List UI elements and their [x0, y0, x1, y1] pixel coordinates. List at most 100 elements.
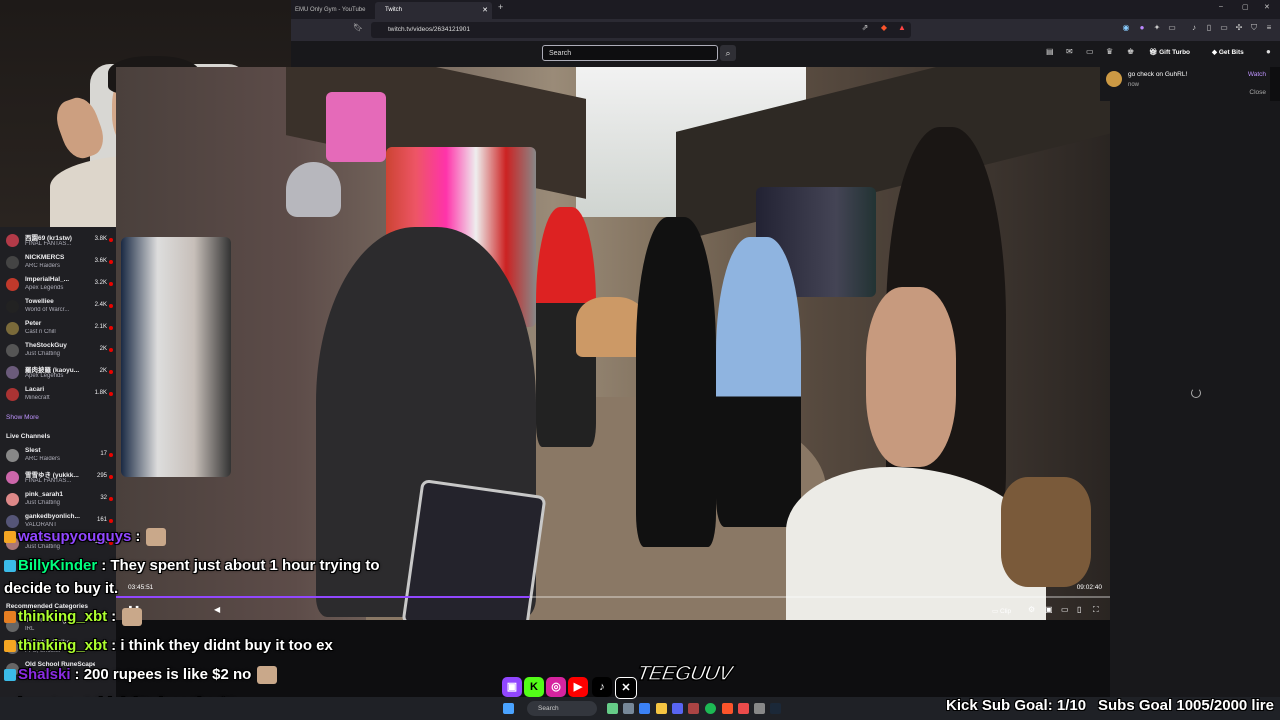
followed-channels-sidebar: 西園69 (kr1stw) FINAL FANTAS... 3.8K NICKMERC… [0, 227, 116, 697]
prime-icon[interactable]: ▤ [1046, 47, 1054, 56]
kick-sub-goal: Kick Sub Goal: 1/10 [946, 697, 1087, 714]
brave-icon[interactable] [722, 703, 733, 714]
gift-turbo-label: Gift Turbo [1159, 49, 1191, 56]
app-icon[interactable] [738, 703, 749, 714]
close-icon[interactable]: ✕ [1264, 3, 1270, 11]
sidebar-channel-item[interactable]: ImperialHal_... Apex Legends 3.2K [0, 274, 116, 296]
sidebar-channel-item[interactable]: 西園69 (kr1stw) FINAL FANTAS... 3.8K [0, 230, 116, 252]
shoulder [866, 287, 956, 467]
mini-player-icon[interactable]: ▣ [1045, 605, 1053, 614]
viewer-count: 161 [96, 517, 107, 523]
menu-icon[interactable]: ≡ [1264, 23, 1274, 35]
app-icon[interactable] [607, 703, 618, 714]
theatre-mode-icon[interactable]: ▭ [1061, 605, 1069, 614]
chat-message: thinking_xbt: i think they didnt buy it … [4, 637, 333, 654]
show-more-link[interactable]: Show More [6, 414, 39, 421]
viewer-count: 2.4K [94, 302, 107, 308]
sidebar-channel-item[interactable]: 羅肉披羅 (kaoyu... Apex Legends 2K [0, 362, 116, 384]
tiktok-icon: ♪ [592, 677, 612, 697]
taskbar-search[interactable]: Search [527, 701, 597, 716]
app-icon[interactable] [623, 703, 634, 714]
brave-shield-icon[interactable]: ◆ [879, 23, 889, 35]
handbag [1001, 477, 1091, 587]
duration-time: 09:02:40 [1076, 584, 1102, 591]
tab-twitch[interactable]: Twitch ✕ [375, 2, 492, 19]
live-dot-icon [109, 475, 113, 479]
chat-badge-icon [4, 640, 16, 653]
hanging-clothes [326, 92, 386, 162]
twitch-top-nav: Search ⌕ ▤ ✉ ▭ ♛ ♚ 🎁︎ Gift Turbo ◆ Get B… [291, 41, 1280, 67]
search-input[interactable]: Search [542, 45, 718, 61]
watch-button[interactable]: Watch [1248, 71, 1266, 78]
sidebar-channel-item[interactable]: Slest ARC Raiders 17 [0, 445, 116, 467]
shield-icon[interactable]: ⛉ [1249, 23, 1259, 35]
share-icon[interactable]: ⇗ [860, 23, 870, 35]
close-button[interactable]: Close [1249, 89, 1266, 96]
music-icon[interactable]: ♪ [1189, 23, 1199, 35]
extension-icon[interactable]: ● [1137, 23, 1147, 35]
chat-toggle-icon[interactable]: ▯ [1077, 605, 1081, 614]
extension-icon[interactable]: ◉ [1121, 23, 1131, 35]
app-icon[interactable] [754, 703, 765, 714]
viewer-count: 3.8K [94, 236, 107, 242]
live-dot-icon [109, 260, 113, 264]
crown-icon[interactable]: ♚ [1127, 47, 1134, 56]
address-bar[interactable]: twitch.tv/videos/2634121901 [371, 22, 911, 38]
folder-icon[interactable] [656, 703, 667, 714]
user-menu-icon[interactable]: ● [1266, 47, 1271, 56]
chat-badge-icon [4, 611, 16, 624]
plus-icon[interactable]: + [498, 2, 503, 12]
channel-name: pink_sarah1 [25, 491, 63, 498]
chat-text: decide to buy it. [4, 580, 119, 597]
get-bits-button[interactable]: ◆ Get Bits [1212, 48, 1244, 56]
tab-youtube[interactable]: EMU Only Gym - YouTube [291, 2, 373, 19]
chat-text: : They spent just about 1 hour trying to [101, 557, 380, 574]
live-channels-heading: Live Channels [6, 433, 51, 440]
inbox-icon[interactable]: ✉ [1066, 47, 1073, 56]
whispers-icon[interactable]: ▭ [1086, 47, 1094, 56]
sidebar-channel-item[interactable]: Peter Cast n Chill 2.1K [0, 318, 116, 340]
settings-icon[interactable]: ⚙ [1028, 605, 1035, 614]
sidebar-channel-item[interactable]: 雪雪ゆき (yukkk... FINAL FANTAS... 295 [0, 467, 116, 489]
video-player[interactable]: 03:45:51 09:02:40 ❚❚ ◀ ▭ Clip ⚙ ▣ ▭ ▯ ⛶ [116, 67, 1110, 620]
avatar [1106, 71, 1122, 87]
wallet-icon[interactable]: ▭ [1167, 23, 1177, 35]
avatar [6, 449, 19, 462]
chat-badge-icon [4, 531, 16, 544]
tabs-icon[interactable]: ▭ [1219, 23, 1229, 35]
search-icon[interactable]: ⌕ [720, 45, 736, 61]
chat-badge-icon [4, 560, 16, 573]
gift-turbo-button[interactable]: 🎁︎ Gift Turbo [1149, 48, 1190, 56]
chat-message: thinking_xbt: [4, 608, 143, 627]
fullscreen-icon[interactable]: ⛶ [1093, 605, 1099, 615]
channel-category: Apex Legends [25, 373, 64, 379]
sidebar-icon[interactable]: ▯ [1204, 23, 1214, 35]
avatar [6, 234, 19, 247]
puzzle-icon[interactable]: ✦ [1152, 23, 1162, 35]
alert-icon[interactable]: ▲ [897, 23, 907, 35]
channel-name: NICKMERCS [25, 254, 65, 261]
sidebar-channel-item[interactable]: Towelliee World of Warcr... 2.4K [0, 296, 116, 318]
twitch-icon: ▣ [502, 677, 522, 697]
sidebar-channel-item[interactable]: Lacari Minecraft 1.8K [0, 384, 116, 406]
sidebar-channel-item[interactable]: NICKMERCS ARC Raiders 3.6K [0, 252, 116, 274]
minimize-icon[interactable]: – [1219, 3, 1223, 10]
bookmark-icon[interactable]: 🔖︎ [353, 23, 363, 35]
app-icon[interactable] [688, 703, 699, 714]
sidebar-channel-item[interactable]: TheStockGuy Just Chatting 2K [0, 340, 116, 362]
steam-icon[interactable] [770, 703, 781, 714]
avatar [6, 300, 19, 313]
channel-category: IRL [25, 626, 35, 632]
maximize-icon[interactable]: ▢ [1242, 3, 1249, 11]
discord-icon[interactable] [672, 703, 683, 714]
app-icon[interactable] [639, 703, 650, 714]
volume-icon[interactable]: ◀ [214, 605, 220, 614]
extensions-icon[interactable]: ✣ [1234, 23, 1244, 35]
start-icon[interactable] [503, 703, 514, 714]
viewer-count: 2.1K [94, 324, 107, 330]
sidebar-channel-item[interactable]: pink_sarah1 Just Chatting 32 [0, 489, 116, 511]
tab-close-icon[interactable]: ✕ [482, 2, 488, 19]
spotify-icon[interactable] [705, 703, 716, 714]
drops-icon[interactable]: ♛ [1106, 47, 1113, 56]
clip-button[interactable]: ▭ Clip [992, 607, 1011, 615]
